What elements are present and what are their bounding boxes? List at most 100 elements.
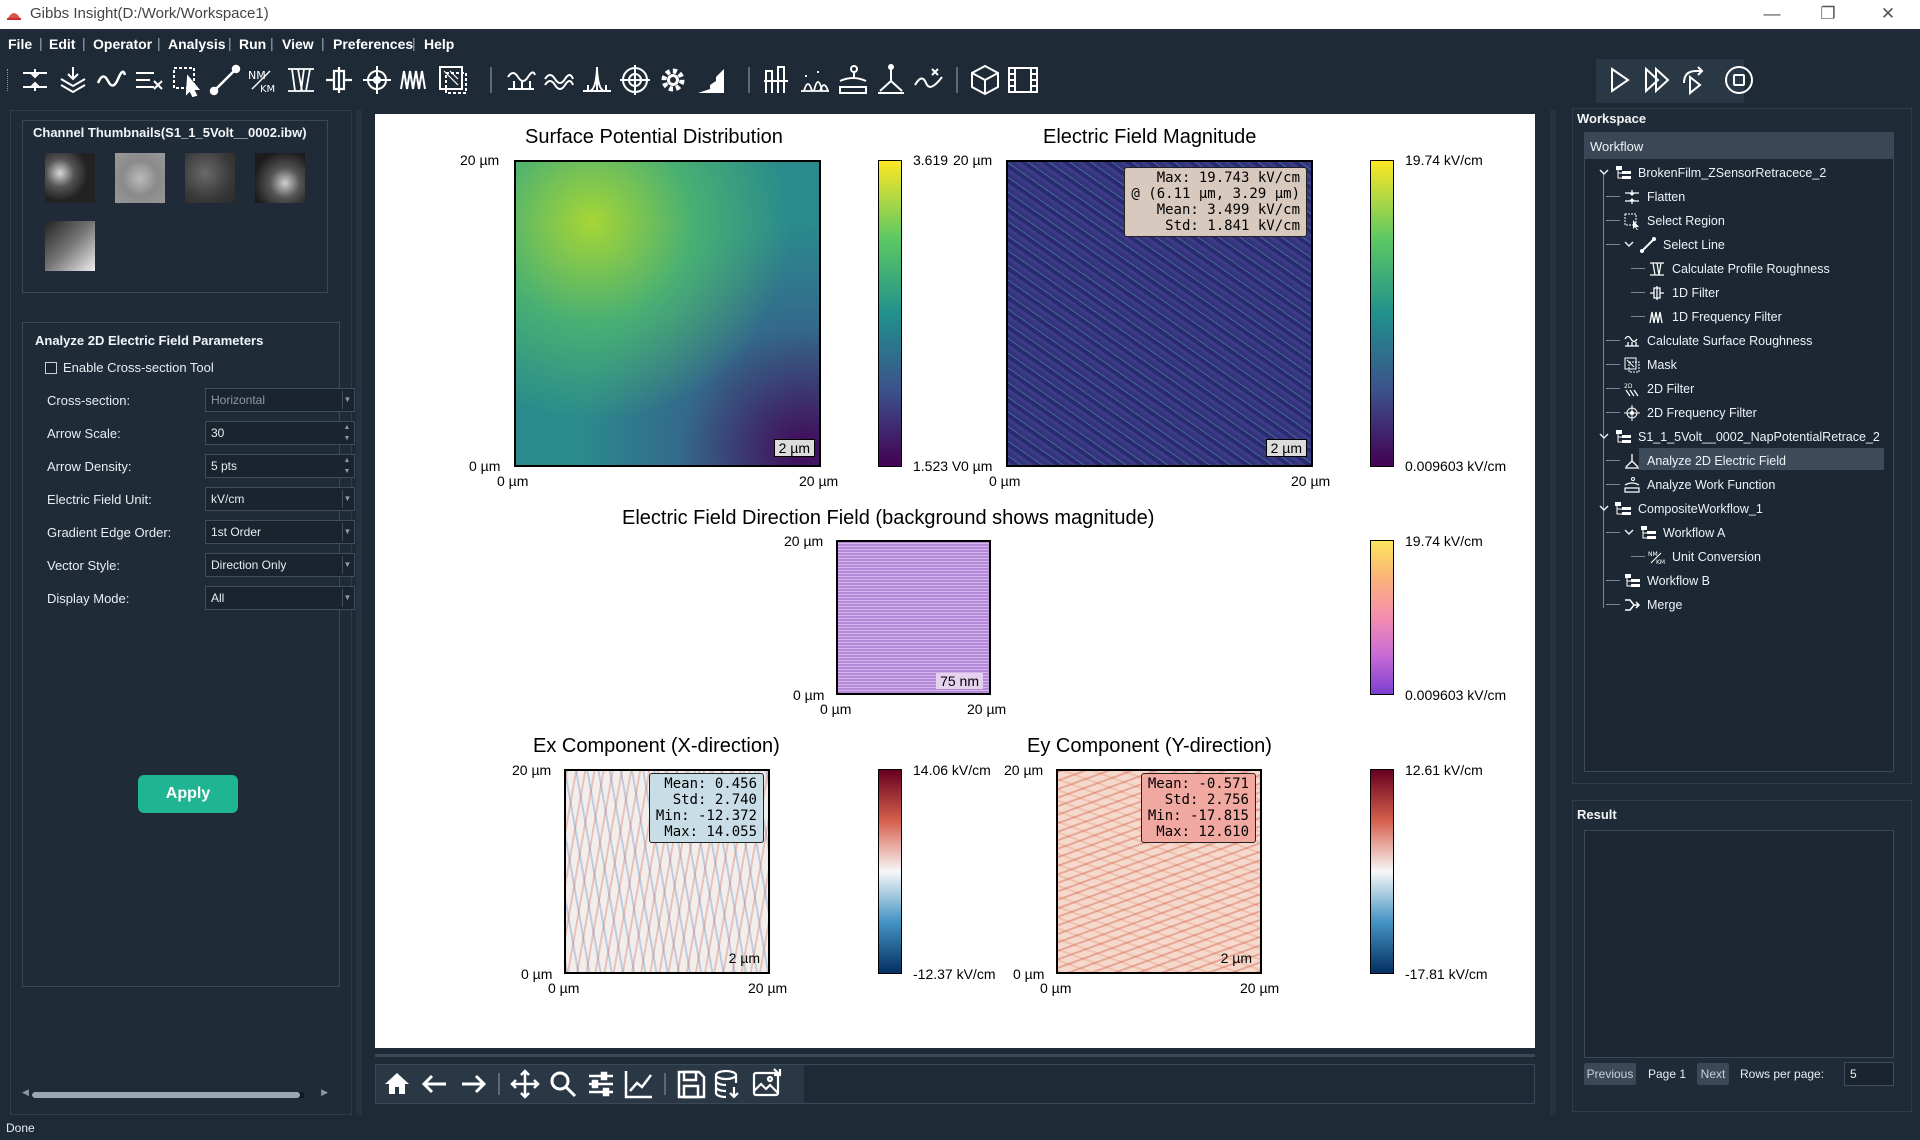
restore-button[interactable]: ❐ [1808,2,1848,26]
flatten-tool-icon[interactable] [18,63,52,97]
frequency-filter-1d-tool-icon[interactable] [398,63,432,97]
particle-tool-icon[interactable] [798,63,832,97]
electric-field-unit-select[interactable]: kV/cm ▼ [205,487,355,511]
ey-component-image[interactable]: Mean: -0.571 Std: 2.756 Min: -17.815 Max: 1… [1056,769,1262,974]
tree-item[interactable]: Select Line [1663,238,1725,252]
film-strip-icon[interactable] [1006,63,1040,97]
histogram-tool-icon[interactable] [694,63,728,97]
channel-thumbnail-5[interactable] [45,221,95,271]
minimize-button[interactable]: — [1752,2,1792,26]
tree-item[interactable]: Analyze 2D Electric Field [1647,454,1786,468]
menu-help[interactable]: Help [424,36,454,52]
remove-lines-tool-icon[interactable] [132,63,166,97]
tree-item[interactable]: BrokenFilm_ZSensorRetracece_2 [1638,166,1826,180]
menu-file[interactable]: File [8,36,32,52]
menu-operator[interactable]: Operator [93,36,152,52]
channel-thumbnail-1[interactable] [45,153,95,203]
select-region-tool-icon[interactable] [170,63,204,98]
tree-item[interactable]: CompositeWorkflow_1 [1638,502,1763,516]
export-data-icon[interactable] [712,1067,746,1101]
tree-item[interactable]: Mask [1647,358,1677,372]
run-icon[interactable] [1602,63,1636,97]
filter-1d-tool-icon[interactable] [322,63,356,97]
back-arrow-icon[interactable] [418,1067,452,1101]
work-function-tool-icon[interactable] [836,63,870,97]
tree-item[interactable]: Unit Conversion [1672,550,1761,564]
zoom-icon[interactable] [546,1067,580,1101]
save-icon[interactable] [674,1067,708,1101]
expand-chevron-icon[interactable] [1623,526,1635,538]
tree-item[interactable]: Flatten [1647,190,1685,204]
cross-section-select[interactable]: Horizontal ▼ [205,388,355,412]
tree-item[interactable]: Workflow B [1647,574,1710,588]
left-scrollbar[interactable]: ◀ ▶ [22,1087,328,1101]
expand-chevron-icon[interactable] [1598,430,1610,442]
tree-item[interactable]: Workflow A [1663,526,1725,540]
menu-run[interactable]: Run [239,36,266,52]
3d-view-icon[interactable] [968,63,1002,97]
next-page-button[interactable]: Next [1697,1063,1729,1085]
export-image-icon[interactable] [750,1067,784,1101]
channel-thumbnail-4[interactable] [255,153,305,203]
menu-analysis[interactable]: Analysis [168,36,226,52]
tree-item[interactable]: Analyze Work Function [1647,478,1775,492]
field-label: Arrow Density: [47,459,132,474]
grain-tool-icon[interactable] [760,63,794,97]
pan-icon[interactable] [508,1067,542,1101]
cross-section-checkbox[interactable] [45,362,57,374]
target-tool-icon[interactable] [618,63,652,97]
configure-subplots-icon[interactable] [584,1067,618,1101]
surface-potential-image[interactable]: 2 µm [514,160,821,467]
apply-button[interactable]: Apply [138,775,238,813]
arrow-density-input[interactable]: 5 pts ▲ ▼ [205,454,355,478]
expand-chevron-icon[interactable] [1598,502,1610,514]
step-icon[interactable] [1678,63,1712,97]
surface-roughness-tool-icon[interactable] [504,63,538,97]
run-all-icon[interactable] [1640,63,1674,97]
expand-chevron-icon[interactable] [1623,238,1635,250]
tree-item[interactable]: S1_1_5Volt__0002_NapPotentialRetrace_2 [1638,430,1880,444]
tree-item[interactable]: Calculate Profile Roughness [1672,262,1830,276]
mask-tool-icon[interactable] [436,63,470,97]
unit-conversion-tool-icon[interactable]: NM KM [246,63,280,97]
settings-gear-icon[interactable] [656,63,690,97]
left-splitter[interactable] [356,110,362,1115]
wave-tool-icon[interactable] [94,63,128,97]
tree-item[interactable]: 1D Frequency Filter [1672,310,1782,324]
tree-item[interactable]: 1D Filter [1672,286,1719,300]
electric-field-tool-icon[interactable] [874,63,908,97]
direction-field-image[interactable]: 75 nm [836,540,991,695]
expand-chevron-icon[interactable] [1598,166,1610,178]
edit-axis-icon[interactable] [622,1067,656,1101]
right-splitter[interactable] [1550,110,1556,1115]
tree-item[interactable]: 2D Frequency Filter [1647,406,1757,420]
channel-thumbnail-2[interactable] [115,153,165,203]
menu-edit[interactable]: Edit [49,36,75,52]
frequency-filter-2d-tool-icon[interactable] [360,63,394,97]
ex-component-image[interactable]: Mean: 0.456 Std: 2.740 Min: -12.372 Max: 14… [564,769,770,974]
stop-icon[interactable] [1722,63,1756,97]
arrow-scale-input[interactable]: 30 ▲ ▼ [205,421,355,445]
tree-item[interactable]: 2D Filter [1647,382,1694,396]
tree-item[interactable]: Merge [1647,598,1682,612]
close-button[interactable]: ✕ [1868,2,1908,26]
menu-preferences[interactable]: Preferences [333,36,413,52]
home-icon[interactable] [380,1067,414,1101]
profile-roughness-tool-icon[interactable] [284,63,318,97]
peak-tool-icon[interactable] [580,63,614,97]
trend-tool-icon[interactable] [912,63,946,97]
tree-item[interactable]: Calculate Surface Roughness [1647,334,1812,348]
layers-tool-icon[interactable] [56,63,90,97]
channel-thumbnail-3[interactable] [185,153,235,203]
select-line-tool-icon[interactable] [208,63,242,97]
vector-style-select[interactable]: Direction Only ▼ [205,553,355,577]
display-mode-select[interactable]: All ▼ [205,586,355,610]
electric-field-magnitude-image[interactable]: Max: 19.743 kV/cm @ (6.11 µm, 3.29 µm) Mea… [1006,160,1313,467]
previous-page-button[interactable]: Previous [1584,1063,1636,1085]
tree-item[interactable]: Select Region [1647,214,1725,228]
smooth-wave-tool-icon[interactable] [542,63,576,97]
rows-per-page-input[interactable]: 5 [1844,1062,1894,1086]
gradient-edge-order-select[interactable]: 1st Order ▼ [205,520,355,544]
forward-arrow-icon[interactable] [456,1067,490,1101]
menu-view[interactable]: View [282,36,314,52]
